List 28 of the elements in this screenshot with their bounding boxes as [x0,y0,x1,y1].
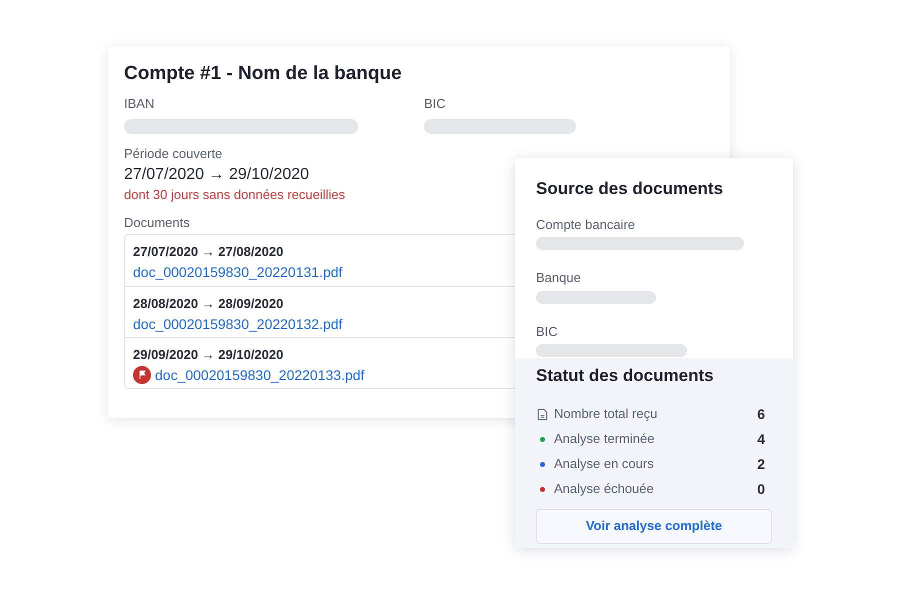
file-link[interactable]: doc_00020159830_20220131.pdf [133,262,342,282]
status-count: 4 [757,430,765,448]
card-title: Compte #1 - Nom de la banque [124,62,403,86]
status-label: Analyse en cours [554,455,655,474]
status-count: 0 [757,480,765,498]
status-label: Nombre total reçu [554,405,658,424]
field-label: Période couverte [124,146,222,162]
date-range: 27/07/2020 → 27/08/2020 [133,243,284,261]
period-text: 27/07/2020 → 29/10/2020 [124,164,310,184]
document-icon [537,408,548,420]
field-label: Documents [124,214,190,231]
status-label: Analyse terminée [554,430,656,448]
field-label: BIC [536,322,559,340]
status-count: 2 [757,454,765,474]
section-title: Source des documents [536,178,724,200]
status-label: Analyse échouée [554,480,655,498]
section-title: Statut des documents [536,365,715,387]
warning-text: dont 30 jours sans données recueillies [124,186,346,203]
file-link[interactable]: doc_00020159830_20220133.pdf [155,364,364,386]
field-label: Banque [536,269,582,287]
field-label: BIC [424,94,447,113]
full-analysis-button[interactable]: Voir analyse complète [536,508,772,544]
field-label: IBAN [124,94,156,113]
date-range: 29/09/2020 → 29/10/2020 [133,346,284,364]
date-range: 28/08/2020 → 28/09/2020 [133,295,284,313]
status-count: 6 [757,404,765,424]
file-link[interactable]: doc_00020159830_20220132.pdf [133,314,342,334]
field-label: Compte bancaire [536,216,636,234]
